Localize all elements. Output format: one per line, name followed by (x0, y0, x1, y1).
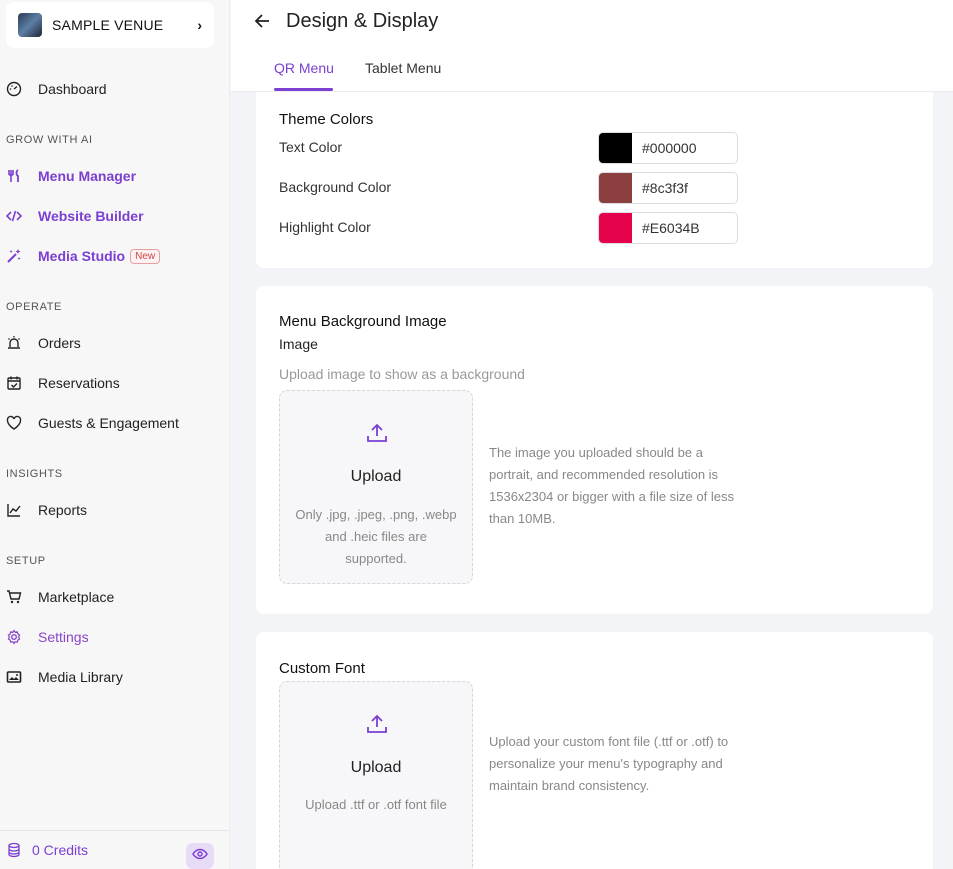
custom-font-title: Custom Font (279, 660, 365, 677)
color-hex-value[interactable]: #E6034B (632, 213, 737, 243)
sidebar-item-media-library[interactable]: Media Library (0, 659, 229, 695)
credits-label: 0 Credits (32, 842, 89, 858)
color-swatch[interactable] (599, 213, 632, 243)
sidebar: SAMPLE VENUE › Dashboard GROW WITH AI Me… (0, 0, 230, 869)
line-chart-icon (6, 502, 22, 518)
sidebar-item-label: Media Library (38, 669, 123, 685)
bell-alert-icon (6, 335, 22, 351)
sidebar-item-reservations[interactable]: Reservations (0, 365, 229, 401)
sidebar-item-website-builder[interactable]: Website Builder (0, 198, 229, 234)
background-image-title: Menu Background Image (279, 313, 447, 330)
color-swatch[interactable] (599, 133, 632, 163)
cart-icon (6, 589, 22, 605)
gear-icon (6, 629, 22, 645)
tab-tablet-menu[interactable]: Tablet Menu (365, 60, 441, 76)
sidebar-item-orders[interactable]: Orders (0, 325, 229, 361)
eye-icon (192, 846, 208, 867)
image-upload-dropzone[interactable]: Upload Only .jpg, .jpeg, .png, .webp and… (279, 390, 473, 584)
sidebar-item-label: Website Builder (38, 208, 144, 224)
upload-icon (366, 422, 388, 449)
background-color-label: Background Color (279, 179, 392, 195)
upload-formats-note: Upload .ttf or .otf font file (305, 797, 447, 812)
sidebar-item-menu-manager[interactable]: Menu Manager (0, 158, 229, 194)
sidebar-item-label: Settings (38, 629, 89, 645)
section-label-setup: SETUP (6, 555, 46, 567)
heart-icon (6, 415, 22, 431)
font-help-text: Upload your custom font file (.ttf or .o… (489, 734, 729, 793)
chevron-right-icon: › (197, 17, 202, 33)
font-upload-dropzone[interactable]: Upload Upload .ttf or .otf font file (279, 681, 473, 869)
text-color-field[interactable]: #000000 (598, 132, 738, 164)
sidebar-item-label: Dashboard (38, 81, 107, 97)
section-label-grow: GROW WITH AI (6, 134, 93, 146)
sidebar-item-dashboard[interactable]: Dashboard (0, 71, 229, 107)
theme-colors-title: Theme Colors (279, 111, 374, 128)
background-image-card: Menu Background Image Image Upload image… (256, 286, 933, 614)
sidebar-item-label: Reports (38, 502, 88, 518)
image-hint: Upload image to show as a background (279, 366, 525, 382)
upload-label: Upload (350, 759, 402, 776)
sidebar-item-label: Media Studio (38, 248, 126, 264)
sidebar-item-label: Guests & Engagement (38, 415, 179, 431)
sidebar-item-label: Reservations (38, 375, 120, 391)
sidebar-item-media-studio[interactable]: Media Studio New (0, 238, 229, 274)
section-label-insights: INSIGHTS (6, 468, 63, 480)
upload-label: Upload (350, 468, 402, 485)
venue-switcher[interactable]: SAMPLE VENUE › (6, 2, 214, 48)
background-color-field[interactable]: #8c3f3f (598, 172, 738, 204)
text-color-label: Text Color (279, 139, 343, 155)
venue-thumbnail (18, 13, 42, 37)
sidebar-item-label: Orders (38, 335, 81, 351)
color-swatch[interactable] (599, 173, 632, 203)
color-hex-value[interactable]: #000000 (632, 133, 737, 163)
fork-knife-icon (6, 168, 22, 184)
sidebar-item-reports[interactable]: Reports (0, 492, 229, 528)
preview-button[interactable] (186, 843, 214, 869)
code-icon (6, 208, 22, 224)
calendar-check-icon (6, 375, 22, 391)
upload-formats-note: Only .jpg, .jpeg, .png, .webp and .heic … (295, 507, 457, 566)
coins-icon (6, 842, 22, 858)
highlight-color-field[interactable]: #E6034B (598, 212, 738, 244)
venue-name: SAMPLE VENUE (52, 17, 164, 33)
sidebar-item-marketplace[interactable]: Marketplace (0, 579, 229, 615)
gauge-icon (6, 81, 22, 97)
active-tab-indicator (274, 88, 333, 91)
theme-colors-card: Theme Colors Text Color #000000 Backgrou… (256, 92, 933, 268)
custom-font-card: Custom Font Upload Upload .ttf or .otf f… (256, 632, 933, 869)
new-badge: New (130, 248, 161, 264)
sidebar-item-label: Marketplace (38, 589, 115, 605)
sidebar-item-guests[interactable]: Guests & Engagement (0, 405, 229, 441)
image-field-label: Image (279, 336, 318, 352)
sidebar-item-label: Menu Manager (38, 168, 137, 184)
section-label-operate: OPERATE (6, 301, 62, 313)
sidebar-item-settings[interactable]: Settings (0, 619, 229, 655)
tab-qr-menu[interactable]: QR Menu (274, 60, 334, 76)
color-hex-value[interactable]: #8c3f3f (632, 173, 737, 203)
page-title: Design & Display (286, 10, 439, 32)
upload-icon (366, 713, 388, 740)
back-arrow-icon[interactable] (253, 11, 271, 36)
images-icon (6, 669, 22, 685)
page-header: Design & Display QR Menu Tablet Menu (231, 0, 953, 92)
highlight-color-label: Highlight Color (279, 219, 371, 235)
magic-wand-icon (6, 248, 22, 264)
image-help-text: The image you uploaded should be a portr… (489, 445, 734, 526)
